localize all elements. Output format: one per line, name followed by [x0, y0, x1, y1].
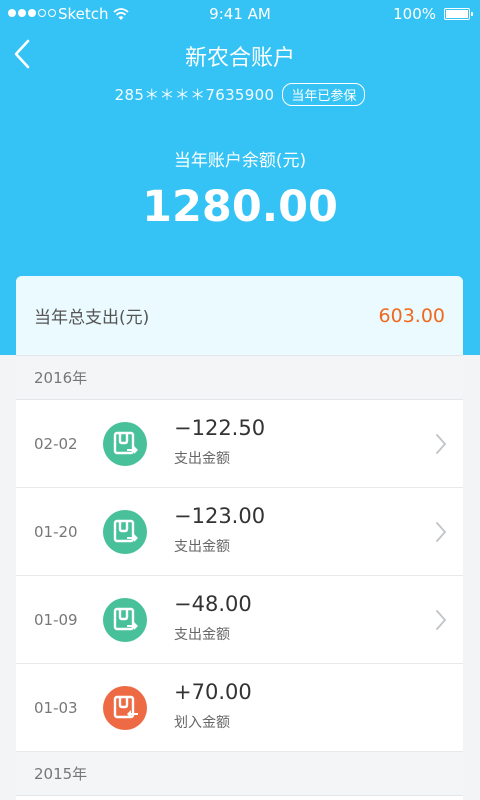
balance-label: 当年账户余额(元) [173, 151, 307, 171]
transaction-amount: −123.00 [174, 504, 266, 528]
year-header: 2015年 [16, 752, 463, 796]
total-expense-row: 当年总支出(元) 603.00 [16, 276, 463, 356]
transaction-amount: −48.00 [174, 592, 252, 616]
transaction-type: 支出金额 [174, 627, 230, 643]
chevron-right-icon [436, 522, 447, 542]
wallet-out-icon [103, 598, 147, 642]
transaction-row[interactable]: 02-02 −122.50 支出金额 [16, 400, 463, 488]
transaction-row[interactable]: 01-03 +70.00 划入金额 [16, 664, 463, 752]
transaction-type: 划入金额 [174, 715, 230, 731]
page-title: 新农合账户 [184, 46, 295, 71]
transaction-type: 支出金额 [174, 539, 230, 555]
wallet-out-icon [103, 510, 147, 554]
transaction-date: 01-09 [34, 611, 78, 629]
total-expense-value: 603.00 [378, 304, 445, 327]
transaction-type: 支出金额 [174, 451, 230, 467]
battery-icon [444, 8, 473, 20]
insured-badge: 当年已参保 [282, 83, 366, 106]
total-expense-label: 当年总支出(元) [34, 308, 150, 328]
transaction-date: 02-02 [34, 435, 78, 453]
chevron-right-icon [436, 610, 447, 630]
transaction-amount: −122.50 [174, 416, 266, 440]
status-bar: Sketch 9:41 AM 100% [0, 0, 480, 28]
account-info: 285＊＊＊＊7635900 当年已参保 [0, 83, 480, 106]
transaction-amount: +70.00 [174, 680, 252, 704]
transactions-card: 当年总支出(元) 603.00 2016年 02-02 −122.50 支出金额… [16, 276, 463, 800]
balance-amount: 1280.00 [142, 182, 338, 232]
year-header: 2016年 [16, 356, 463, 400]
chevron-right-icon [436, 434, 447, 454]
account-number: 285＊＊＊＊7635900 [114, 86, 275, 104]
transaction-date: 01-03 [34, 699, 78, 717]
transaction-date: 01-20 [34, 523, 78, 541]
transaction-row[interactable]: 01-20 −123.00 支出金额 [16, 488, 463, 576]
wallet-out-icon [103, 422, 147, 466]
transaction-row[interactable]: 01-09 −48.00 支出金额 [16, 576, 463, 664]
wallet-in-icon [103, 686, 147, 730]
battery-percent: 100% [393, 5, 436, 23]
